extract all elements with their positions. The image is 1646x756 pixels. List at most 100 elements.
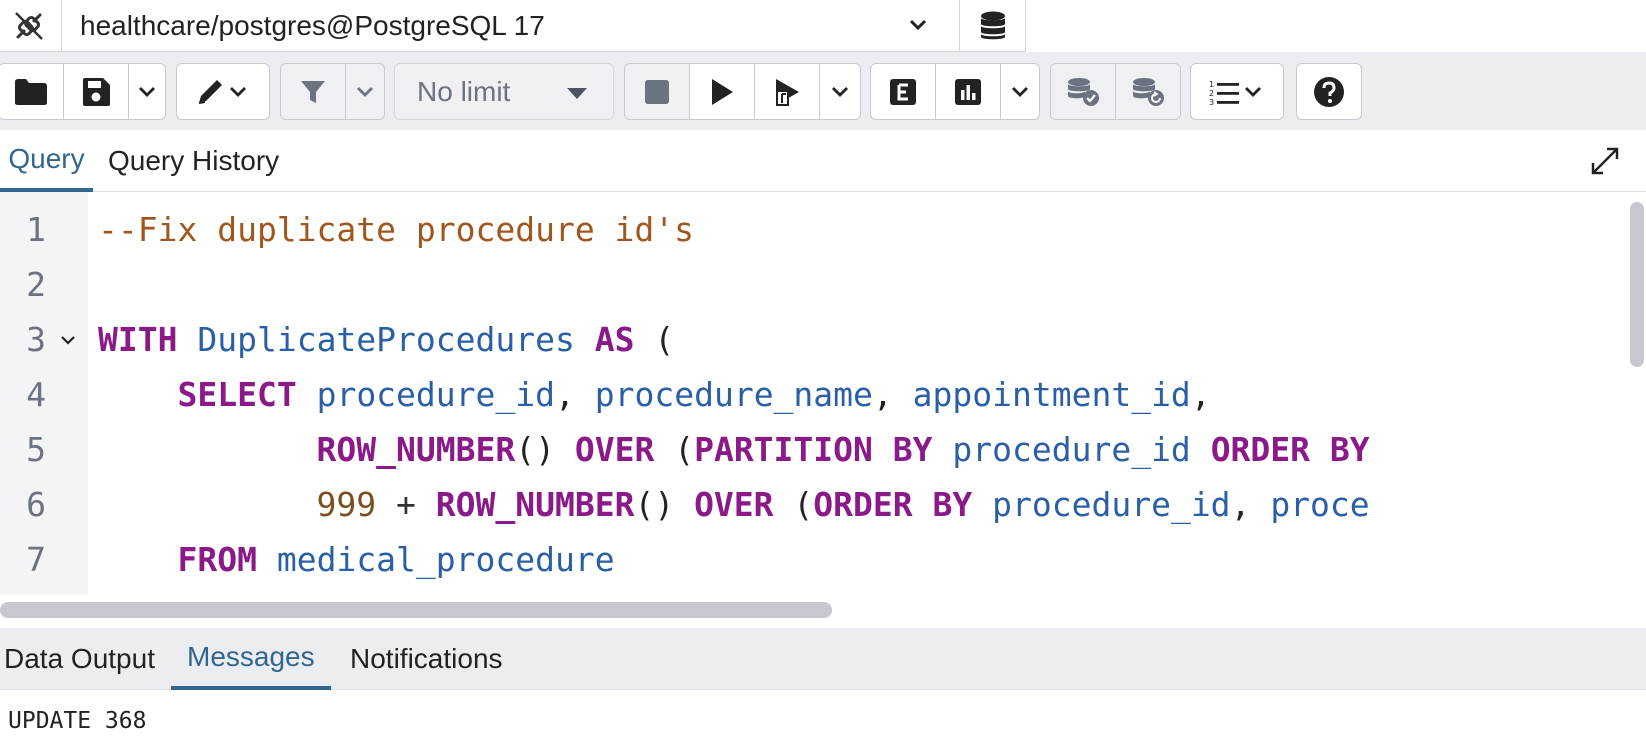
- line-number: 2: [26, 265, 46, 304]
- open-file-button[interactable]: [0, 63, 64, 120]
- code-token: ,: [555, 375, 595, 414]
- play-script-icon: [772, 77, 802, 107]
- code-token: (): [634, 485, 695, 524]
- line-number: 1: [26, 210, 46, 249]
- new-connection-button[interactable]: [960, 0, 1026, 52]
- line-number: 5: [26, 430, 46, 469]
- disconnected-plug-icon: [12, 9, 46, 43]
- filter-options-dropdown[interactable]: [345, 63, 385, 120]
- horizontal-scrollbar[interactable]: [0, 602, 832, 618]
- stop-query-button[interactable]: [624, 63, 690, 120]
- folder-icon: [14, 78, 48, 106]
- sql-editor[interactable]: 1 2 3 4 5 6 7 --Fix duplicate procedure …: [0, 192, 1646, 594]
- code-line: WITH DuplicateProcedures AS (: [98, 312, 674, 367]
- code-token: (: [654, 430, 695, 469]
- stop-square-icon: [644, 79, 670, 105]
- code-token-num: 999: [316, 485, 377, 524]
- code-token-kw: OVER: [574, 430, 655, 469]
- connection-select[interactable]: healthcare/postgres@PostgreSQL 17: [62, 0, 960, 52]
- code-token-ident: medical_procedure: [276, 540, 615, 579]
- commit-button[interactable]: [1050, 63, 1116, 120]
- tab-data-output-label: Data Output: [4, 643, 155, 674]
- code-token: ,: [1230, 485, 1271, 524]
- edit-button[interactable]: [176, 63, 270, 120]
- save-disk-icon: [81, 77, 111, 107]
- question-circle-icon: [1313, 76, 1345, 108]
- tab-data-output[interactable]: Data Output: [4, 628, 155, 690]
- line-number: 3: [26, 320, 46, 359]
- code-line: --Fix duplicate procedure id's: [98, 202, 694, 257]
- chevron-down-icon: [830, 82, 850, 102]
- connection-bar: healthcare/postgres@PostgreSQL 17: [0, 0, 1646, 52]
- help-button[interactable]: [1296, 63, 1362, 120]
- chevron-down-icon: [907, 14, 929, 36]
- code-line: ROW_NUMBER() OVER (PARTITION BY procedur…: [98, 422, 1370, 477]
- tab-query[interactable]: Query: [0, 130, 93, 192]
- tab-query-history[interactable]: Query History: [108, 130, 279, 192]
- chevron-down-icon: [137, 82, 157, 102]
- execute-options-dropdown[interactable]: [819, 63, 861, 120]
- rollback-button[interactable]: [1115, 63, 1181, 120]
- chevron-down-icon: [355, 82, 375, 102]
- code-token-kw: AS: [594, 320, 635, 359]
- row-limit-select[interactable]: No limit: [394, 63, 614, 120]
- connection-label: healthcare/postgres@PostgreSQL 17: [80, 9, 545, 41]
- line-number: 7: [26, 540, 46, 579]
- code-token-kw: OVER: [694, 485, 774, 524]
- tab-notifications[interactable]: Notifications: [350, 628, 503, 690]
- query-toolbar: No limit 1 2 3: [0, 52, 1646, 130]
- code-token-kw: BY: [1329, 430, 1370, 469]
- message-output: UPDATE 368: [8, 708, 147, 734]
- code-line: SELECT procedure_id, procedure_name, app…: [98, 367, 1210, 422]
- code-token-ident: procedure_id: [992, 485, 1231, 524]
- execute-script-button[interactable]: [754, 63, 820, 120]
- maximize-icon[interactable]: [1590, 146, 1620, 176]
- code-token: ,: [872, 375, 913, 414]
- code-token-ident: DuplicateProcedures: [197, 320, 575, 359]
- code-token-kw: BY: [932, 485, 973, 524]
- caret-down-icon: [567, 88, 587, 99]
- code-token-kw: SELECT: [177, 375, 297, 414]
- code-token-kw: ORDER: [813, 485, 913, 524]
- explain-analyze-button[interactable]: [935, 63, 1001, 120]
- vertical-scrollbar[interactable]: [1630, 202, 1644, 367]
- code-token-kw: FROM: [177, 540, 257, 579]
- code-token-ident: procedure_id: [952, 430, 1191, 469]
- connection-status-button[interactable]: [0, 0, 62, 52]
- explain-button[interactable]: [870, 63, 936, 120]
- macros-button[interactable]: 123: [1190, 63, 1284, 120]
- tab-query-label: Query: [8, 143, 85, 174]
- line-number-gutter: 1 2 3 4 5 6 7: [0, 192, 88, 594]
- save-options-dropdown[interactable]: [128, 63, 166, 120]
- explain-options-dropdown[interactable]: [1000, 63, 1040, 120]
- explain-e-icon: [889, 78, 917, 106]
- code-token-op: +: [376, 485, 436, 524]
- execute-query-button[interactable]: [689, 63, 755, 120]
- save-file-button[interactable]: [63, 63, 129, 120]
- code-line: FROM medical_procedure: [98, 532, 615, 587]
- code-token-kw: ROW_NUMBER: [435, 485, 635, 524]
- code-token-ident: appointment_id: [912, 375, 1191, 414]
- fold-chevron-icon[interactable]: [58, 312, 78, 367]
- code-token-kw: ROW_NUMBER: [316, 430, 516, 469]
- pencil-icon: [195, 77, 251, 107]
- svg-text:1: 1: [1209, 80, 1214, 89]
- code-token-ident: proce: [1270, 485, 1370, 524]
- code-token-kw: WITH: [98, 320, 178, 359]
- code-line: 999 + ROW_NUMBER() OVER (ORDER BY proced…: [98, 477, 1370, 532]
- tab-messages[interactable]: Messages: [171, 628, 331, 690]
- database-commit-icon: [1065, 76, 1101, 108]
- filter-button[interactable]: [280, 63, 346, 120]
